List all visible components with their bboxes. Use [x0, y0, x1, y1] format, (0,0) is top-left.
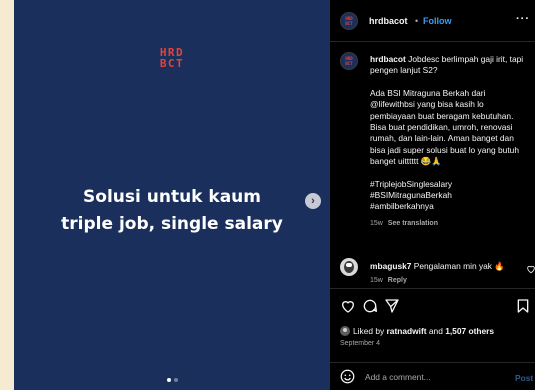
- carousel-dots: [167, 378, 178, 382]
- caption-meta: 15w See translation: [370, 218, 530, 229]
- post-actions: Liked by ratnadwift and 1,507 others Sep…: [330, 288, 535, 368]
- post-side-panel: HRD BCT hrdbacot • Follow ··· HRD BCT hr…: [330, 0, 535, 390]
- hashtag-2[interactable]: #BSIMitragunaBerkah: [370, 190, 452, 200]
- liked-others[interactable]: 1,507 others: [445, 326, 494, 336]
- carousel-dot-active: [167, 378, 171, 382]
- comment-username[interactable]: mbagusk7: [370, 261, 411, 271]
- avatar[interactable]: HRD BCT: [340, 12, 358, 30]
- caption-time: 15w: [370, 219, 383, 227]
- caption-avatar[interactable]: HRD BCT: [340, 52, 358, 70]
- share-icon[interactable]: [384, 298, 400, 314]
- post-headline: Solusi untuk kaum triple job, single sal…: [14, 184, 330, 238]
- liked-by: Liked by ratnadwift and 1,507 others: [340, 326, 494, 336]
- liker-avatar-icon[interactable]: [340, 326, 350, 336]
- comment-text: mbagusk7 Pengalaman min yak 🔥: [370, 261, 520, 272]
- caption-paragraph: Ada BSI Mitraguna Berkah dari @lifewithb…: [370, 87, 519, 167]
- hashtag-3[interactable]: #ambilberkahnya: [370, 201, 434, 211]
- headline-line-1: Solusi untuk kaum: [83, 187, 261, 207]
- page-margin: [0, 0, 14, 390]
- avatar-glasses: [346, 263, 352, 267]
- headline-line-2: triple job, single salary: [61, 214, 283, 234]
- comment-meta: 15w Reply: [370, 277, 407, 284]
- chevron-right-icon[interactable]: ›: [305, 193, 321, 209]
- caption-username[interactable]: hrdbacot: [370, 54, 406, 64]
- add-comment-bar: Post: [330, 362, 535, 390]
- liked-prefix: Liked by: [353, 326, 385, 336]
- header-username[interactable]: hrdbacot: [369, 16, 408, 26]
- post-date: September 4: [340, 340, 381, 347]
- heart-icon[interactable]: [340, 298, 356, 314]
- carousel-dot: [174, 378, 178, 382]
- hashtag-1[interactable]: #TriplejobSinglesalary: [370, 179, 452, 189]
- more-options-icon[interactable]: ···: [516, 13, 530, 25]
- comment-time: 15w: [370, 277, 383, 284]
- brand-logo: HRD BCT: [14, 47, 330, 69]
- comment-body: Pengalaman min yak 🔥: [413, 261, 505, 271]
- avatar-logo-line-2: BCT: [345, 21, 353, 26]
- liked-user[interactable]: ratnadwift: [387, 326, 427, 336]
- caption-avatar-logo-line-2: BCT: [345, 61, 353, 66]
- comment-icon[interactable]: [362, 298, 378, 314]
- liked-connector: and: [428, 326, 443, 336]
- see-translation-link[interactable]: See translation: [388, 220, 438, 227]
- follow-button[interactable]: Follow: [423, 16, 452, 26]
- bookmark-icon[interactable]: [515, 298, 531, 314]
- logo-line-2: BCT: [159, 57, 185, 70]
- commenter-avatar[interactable]: [340, 258, 358, 276]
- post-header: HRD BCT hrdbacot • Follow ···: [330, 0, 535, 42]
- caption-text: hrdbacot Jobdesc berlimpah gaji irit, ta…: [370, 54, 530, 229]
- emoji-icon[interactable]: [340, 369, 355, 384]
- reply-button[interactable]: Reply: [388, 277, 407, 284]
- separator-dot: •: [415, 16, 419, 26]
- post-button[interactable]: Post: [515, 373, 533, 383]
- comment-like-icon[interactable]: [526, 264, 535, 274]
- post-image[interactable]: HRD BCT Solusi untuk kaum triple job, si…: [14, 0, 330, 390]
- comment-input[interactable]: [365, 369, 505, 385]
